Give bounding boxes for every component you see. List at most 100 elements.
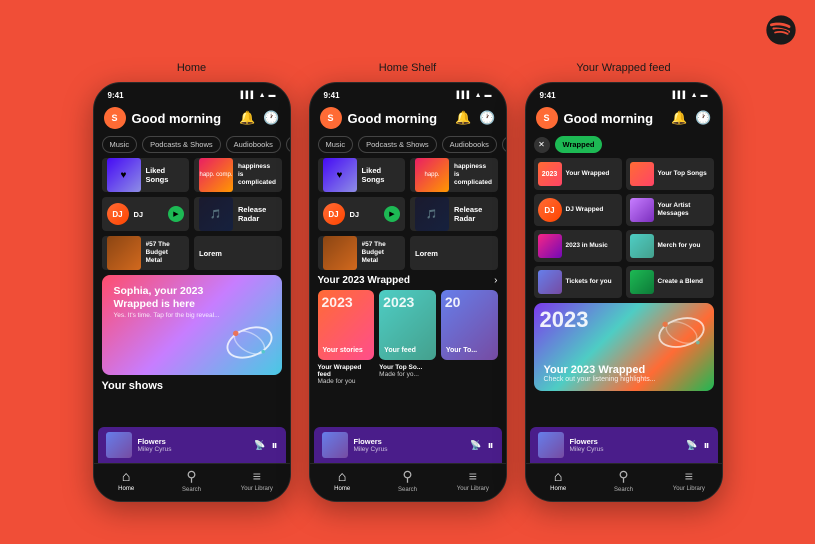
np-pause-icon-2[interactable]: ⏸ bbox=[487, 438, 493, 453]
tab-wrapped-1[interactable]: Wrapp... bbox=[286, 136, 290, 153]
nav-home-1[interactable]: ⌂ Home bbox=[94, 468, 159, 493]
np-pause-icon-3[interactable]: ⏸ bbox=[703, 438, 709, 453]
happiness-card[interactable]: happ. comp. happiness is complicated bbox=[194, 158, 282, 192]
release-radar-thumb-2: 🎵 bbox=[415, 197, 449, 231]
wg-item-4[interactable]: 2023 in Music bbox=[534, 230, 622, 262]
np-cast-icon-3[interactable]: 📡 bbox=[686, 440, 697, 451]
nav-home-2[interactable]: ⌂ Home bbox=[310, 468, 375, 493]
tab-music-1[interactable]: Music bbox=[102, 136, 138, 153]
wg-thumb-2: DJ bbox=[538, 198, 562, 222]
dj-card[interactable]: DJ DJ ▶ bbox=[102, 197, 190, 231]
np-cast-icon-2[interactable]: 📡 bbox=[470, 440, 481, 451]
lorem-card[interactable]: Lorem bbox=[194, 236, 282, 270]
bottom-labels-2: Your Wrapped feed Made for you Your Top … bbox=[318, 364, 498, 385]
wrapped-grid-3: 2023 Your Wrapped Your Top Songs DJ DJ W… bbox=[534, 158, 714, 298]
quick-row-2a: ♥ Liked Songs happ. happiness is complic… bbox=[318, 158, 498, 192]
np-info-2: Flowers Miley Cyrus bbox=[354, 437, 465, 453]
stories-card-2[interactable]: 2023 Your stories bbox=[318, 290, 375, 360]
bell-icon-1[interactable]: 🔔 bbox=[239, 110, 255, 126]
budget-metal-card-2[interactable]: #57 The Budget Metal bbox=[318, 236, 406, 270]
chevron-right-2: › bbox=[494, 275, 497, 286]
dj-card-2[interactable]: DJ DJ ▶ bbox=[318, 197, 406, 231]
wg-item-5[interactable]: Merch for you bbox=[626, 230, 714, 262]
tab-podcasts-2[interactable]: Podcasts & Shows bbox=[358, 136, 437, 153]
feed-label-2: Your feed bbox=[384, 347, 416, 355]
battery-icon-1: ▬ bbox=[269, 92, 276, 99]
topsongs-card-2[interactable]: 20 Your To... bbox=[441, 290, 498, 360]
release-radar-card[interactable]: 🎵 Release Radar bbox=[194, 197, 282, 231]
wg-item-6[interactable]: Tickets for you bbox=[534, 266, 622, 298]
library-icon-2: ≡ bbox=[469, 468, 477, 484]
player-bar-1: Flowers Miley Cyrus 📡 ⏸ ⌂ Home ⚲ bbox=[94, 427, 290, 501]
tab-audiobooks-2[interactable]: Audiobooks bbox=[442, 136, 497, 153]
stories-num-2: 2023 bbox=[322, 294, 353, 310]
large-wrapped-banner-3[interactable]: 2023 Your 2023 Wrapped Check out your li… bbox=[534, 303, 714, 391]
release-radar-thumb: 🎵 bbox=[199, 197, 233, 231]
nav-search-1[interactable]: ⚲ Search bbox=[159, 468, 224, 493]
bell-icon-2[interactable]: 🔔 bbox=[455, 110, 471, 126]
phone-label-home: Home bbox=[177, 62, 206, 74]
wg-thumb-0: 2023 bbox=[538, 162, 562, 186]
liked-songs-card[interactable]: ♥ Liked Songs bbox=[102, 158, 190, 192]
bell-icon-3[interactable]: 🔔 bbox=[671, 110, 687, 126]
lorem-label-2: Lorem bbox=[415, 249, 438, 258]
content-2: ♥ Liked Songs happ. happiness is complic… bbox=[310, 158, 506, 385]
np-thumb-2 bbox=[322, 432, 348, 458]
tab-wrapped-2[interactable]: Wrapp... bbox=[502, 136, 506, 153]
nav-search-3[interactable]: ⚲ Search bbox=[591, 468, 656, 493]
tab-audiobooks-1[interactable]: Audiobooks bbox=[226, 136, 281, 153]
header-icons-2: 🔔 🕐 bbox=[455, 110, 495, 126]
phone-shelf: 9:41 ▌▌▌ ▲ ▬ S Good morning 🔔 🕐 bbox=[309, 82, 507, 502]
home-label-1: Home bbox=[118, 486, 134, 492]
now-playing-3[interactable]: Flowers Miley Cyrus 📡 ⏸ bbox=[530, 427, 718, 463]
tab-wrapped-active-3[interactable]: Wrapped bbox=[555, 136, 603, 153]
nav-home-3[interactable]: ⌂ Home bbox=[526, 468, 591, 493]
nav-library-3[interactable]: ≡ Your Library bbox=[656, 468, 721, 493]
wg-item-7[interactable]: Create a Blend bbox=[626, 266, 714, 298]
tab-music-2[interactable]: Music bbox=[318, 136, 354, 153]
wg-thumb-4 bbox=[538, 234, 562, 258]
player-bar-3: Flowers Miley Cyrus 📡 ⏸ ⌂ Home ⚲ bbox=[526, 427, 722, 501]
wrapped-banner-1[interactable]: Sophia, your 2023 Wrapped is here Yes. I… bbox=[102, 275, 282, 375]
phone-home: 9:41 ▌▌▌ ▲ ▬ S Good morning 🔔 🕐 bbox=[93, 82, 291, 502]
dj-play-btn[interactable]: ▶ bbox=[168, 206, 184, 222]
content-1: ♥ Liked Songs happ. comp. happiness is c… bbox=[94, 158, 290, 396]
lorem-card-2[interactable]: Lorem bbox=[410, 236, 498, 270]
avatar-1[interactable]: S bbox=[104, 107, 126, 129]
nav-search-2[interactable]: ⚲ Search bbox=[375, 468, 440, 493]
budget-metal-card[interactable]: #57 The Budget Metal bbox=[102, 236, 190, 270]
budget-metal-label: #57 The Budget Metal bbox=[146, 241, 185, 264]
feed-num-2: 2023 bbox=[383, 294, 414, 310]
swirl-decoration-1 bbox=[222, 315, 277, 370]
library-label-3: Your Library bbox=[673, 486, 705, 492]
history-icon-2[interactable]: 🕐 bbox=[479, 110, 495, 126]
avatar-3[interactable]: S bbox=[536, 107, 558, 129]
wg-label-2: DJ Wrapped bbox=[566, 206, 604, 214]
topsongs-label-2: Your To... bbox=[446, 347, 477, 355]
phone-section-home: Home 9:41 ▌▌▌ ▲ ▬ S Good morning 🔔 bbox=[93, 62, 291, 502]
wg-item-1[interactable]: Your Top Songs bbox=[626, 158, 714, 190]
release-radar-card-2[interactable]: 🎵 Release Radar bbox=[410, 197, 498, 231]
now-playing-1[interactable]: Flowers Miley Cyrus 📡 ⏸ bbox=[98, 427, 286, 463]
wg-item-2[interactable]: DJ DJ Wrapped bbox=[534, 194, 622, 226]
wg-item-0[interactable]: 2023 Your Wrapped bbox=[534, 158, 622, 190]
wg-label-7: Create a Blend bbox=[658, 278, 704, 286]
dj-play-btn-2[interactable]: ▶ bbox=[384, 206, 400, 222]
np-cast-icon-1[interactable]: 📡 bbox=[254, 440, 265, 451]
now-playing-2[interactable]: Flowers Miley Cyrus 📡 ⏸ bbox=[314, 427, 502, 463]
home-label-2: Home bbox=[334, 486, 350, 492]
nav-tab-x-3[interactable]: ✕ bbox=[534, 137, 550, 153]
tab-podcasts-1[interactable]: Podcasts & Shows bbox=[142, 136, 221, 153]
nav-library-2[interactable]: ≡ Your Library bbox=[440, 468, 505, 493]
history-icon-1[interactable]: 🕐 bbox=[263, 110, 279, 126]
feed-card-2[interactable]: 2023 Your feed bbox=[379, 290, 436, 360]
greeting-1: Good morning bbox=[132, 111, 222, 126]
liked-songs-card-2[interactable]: ♥ Liked Songs bbox=[318, 158, 406, 192]
avatar-2[interactable]: S bbox=[320, 107, 342, 129]
np-pause-icon-1[interactable]: ⏸ bbox=[271, 438, 277, 453]
search-icon-1: ⚲ bbox=[186, 468, 196, 485]
nav-library-1[interactable]: ≡ Your Library bbox=[224, 468, 289, 493]
history-icon-3[interactable]: 🕐 bbox=[695, 110, 711, 126]
happiness-card-2[interactable]: happ. happiness is complicated bbox=[410, 158, 498, 192]
wg-item-3[interactable]: Your Artist Messages bbox=[626, 194, 714, 226]
